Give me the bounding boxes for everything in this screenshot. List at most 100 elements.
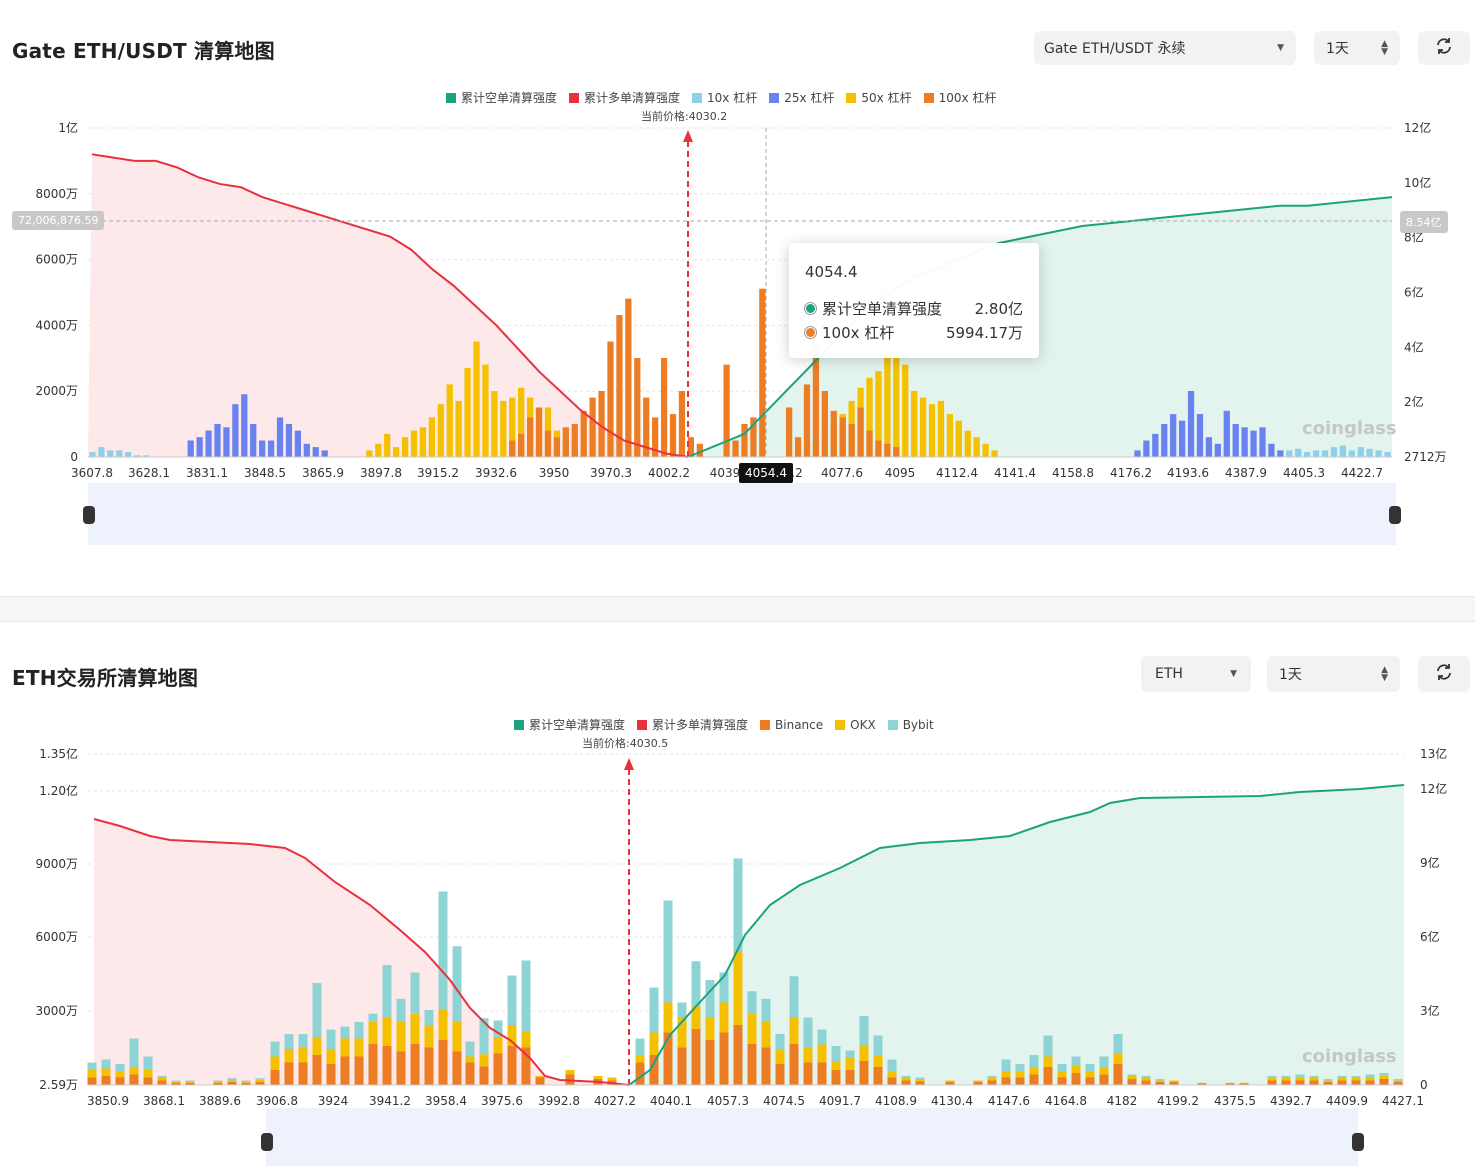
bar-bybit — [326, 1029, 336, 1049]
chart1-slider-right-handle[interactable] — [1389, 506, 1401, 524]
bar-binance — [410, 1043, 420, 1085]
tooltip-value: 2.80亿 — [974, 300, 1023, 318]
bar-bybit — [143, 1056, 153, 1070]
bar-binance — [803, 1062, 813, 1085]
bar-okx — [326, 1049, 336, 1064]
interval-select[interactable]: 1天 ▲ ▼ — [1314, 31, 1400, 65]
legend-item[interactable]: 累计空单清算强度 — [446, 89, 557, 106]
bar-binance — [719, 1032, 729, 1085]
legend-swatch — [835, 720, 846, 730]
legend-item[interactable]: 50x 杠杆 — [846, 89, 912, 106]
chart2-plot[interactable]: 2.59万 3000万 6000万 9000万 1.20亿 1.35亿 0 3亿 6亿 9亿 12亿… — [0, 740, 1475, 1140]
bar-bybit — [1043, 1035, 1053, 1057]
interval-select-2[interactable]: 1天 ▲ ▼ — [1267, 656, 1400, 692]
bar-okx — [859, 1046, 869, 1061]
refresh-button[interactable] — [1418, 31, 1470, 65]
chart2-slider-right-handle[interactable] — [1352, 1133, 1364, 1151]
chart1-slider-left-handle[interactable] — [83, 506, 95, 524]
bar-bybit — [521, 960, 531, 1031]
bar-100x — [660, 358, 668, 457]
bar-bybit — [354, 1022, 364, 1039]
bar-binance — [1085, 1077, 1095, 1085]
bar-10x — [1304, 452, 1311, 457]
y-tick-label: 9000万 — [35, 857, 78, 871]
y2-tick-label: 12亿 — [1420, 781, 1447, 796]
bar-bybit — [1393, 1079, 1403, 1081]
legend-item[interactable]: 累计多单清算强度 — [569, 89, 680, 106]
bar-bybit — [705, 980, 715, 1018]
bar-okx — [1197, 1082, 1207, 1084]
legend-item[interactable]: Binance — [760, 718, 823, 732]
y-tick-label: 6000万 — [35, 930, 78, 944]
x-tick-label: 3897.8 — [360, 466, 402, 480]
y-tick-label: 2000万 — [35, 384, 78, 398]
legend-item[interactable]: 10x 杠杆 — [692, 89, 757, 106]
bar-okx — [1281, 1077, 1291, 1081]
x-tick-label: 4141.4 — [994, 466, 1036, 480]
tooltip-value: 5994.17万 — [945, 324, 1023, 342]
bar-bybit — [803, 1017, 813, 1048]
symbol-select[interactable]: Gate ETH/USDT 永续 ▼ — [1034, 31, 1296, 65]
coin-select[interactable]: ETH ▼ — [1141, 656, 1251, 692]
bar-binance — [915, 1081, 925, 1085]
tooltip-label: 累计空单清算强度 — [822, 300, 943, 318]
bar-50x — [366, 450, 373, 457]
chart1-tooltip: 4054.4 累计空单清算强度 2.80亿 100x 杠杆 5994.17万 — [789, 243, 1039, 358]
bar-bybit — [1309, 1076, 1319, 1078]
bar-binance — [115, 1077, 125, 1085]
bar-bybit — [1127, 1074, 1137, 1076]
bar-50x — [928, 404, 936, 457]
legend-item[interactable]: Bybit — [887, 718, 934, 732]
updown-icon: ▲ ▼ — [1381, 665, 1388, 683]
bar-50x — [446, 384, 453, 457]
bar-bybit — [382, 965, 392, 1018]
bar-100x — [634, 358, 641, 457]
bar-50x — [982, 443, 989, 457]
bar-okx — [607, 1077, 617, 1081]
legend-item[interactable]: 25x 杠杆 — [769, 89, 834, 106]
bar-100x — [544, 430, 552, 457]
bar-binance — [1043, 1067, 1053, 1085]
bar-10x — [125, 452, 132, 457]
bar-okx — [1141, 1077, 1151, 1081]
bar-okx — [270, 1056, 280, 1070]
bar-binance — [1057, 1077, 1067, 1085]
bar-bybit — [663, 900, 673, 1003]
y-tick-label: 4000万 — [35, 318, 78, 332]
bar-10x — [1321, 450, 1329, 457]
legend-item[interactable]: 100x 杠杆 — [923, 89, 996, 106]
bar-okx — [1113, 1053, 1123, 1064]
bar-binance — [775, 1064, 785, 1085]
chart1-zoom-slider[interactable] — [88, 483, 1396, 545]
bar-bybit — [1337, 1076, 1347, 1078]
bar-okx — [1057, 1071, 1067, 1078]
legend-label: 累计空单清算强度 — [529, 718, 626, 732]
bar-bybit — [87, 1062, 97, 1070]
legend-item[interactable]: OKX — [835, 718, 876, 732]
bar-okx — [396, 1021, 406, 1052]
y2-tick-label: 6亿 — [1420, 929, 1440, 944]
bar-binance — [1295, 1080, 1305, 1085]
x-tick-label: 4002.2 — [648, 466, 690, 480]
bar-bybit — [213, 1080, 223, 1082]
bar-bybit — [438, 891, 448, 1010]
legend-swatch — [923, 93, 934, 103]
legend-item[interactable]: 累计多单清算强度 — [637, 716, 748, 733]
chart2-zoom-slider[interactable] — [266, 1108, 1358, 1166]
bar-bybit — [340, 1026, 350, 1039]
interval-select-value: 1天 — [1279, 667, 1302, 683]
bar-50x — [375, 443, 382, 457]
bar-100x — [580, 410, 587, 457]
chart2-slider-left-handle[interactable] — [261, 1133, 273, 1151]
bar-bybit — [831, 1046, 841, 1061]
bar-bybit — [1071, 1056, 1081, 1066]
bar-25x — [294, 430, 302, 457]
bar-bybit — [424, 1010, 434, 1025]
bar-bybit — [241, 1080, 251, 1082]
bar-binance — [733, 1025, 743, 1085]
refresh-button-2[interactable] — [1418, 656, 1470, 692]
legend-item[interactable]: 累计空单清算强度 — [514, 716, 625, 733]
bar-100x — [893, 447, 900, 457]
bar-100x — [625, 298, 632, 457]
x-tick-label: 4074.5 — [763, 1094, 805, 1108]
